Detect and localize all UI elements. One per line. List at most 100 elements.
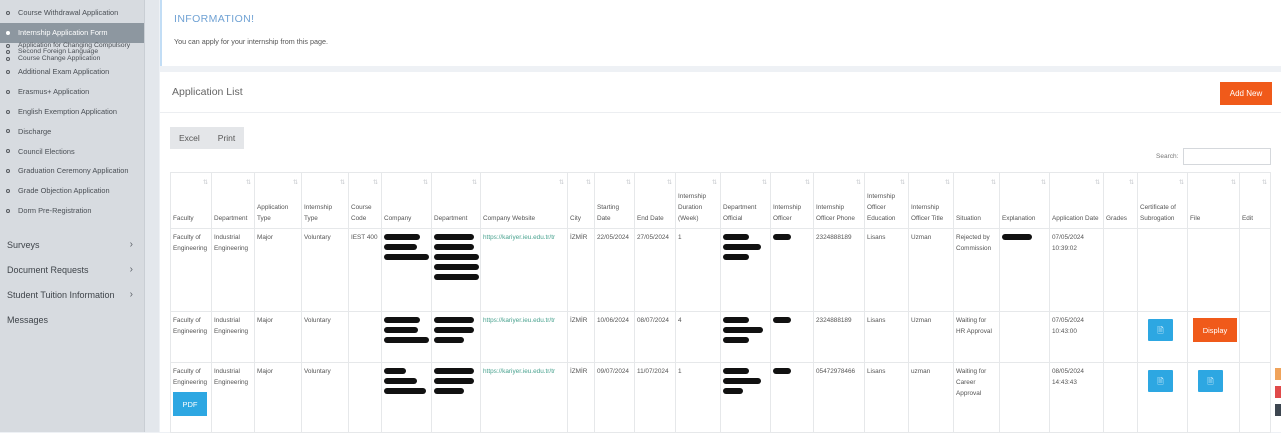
company-website-link[interactable]: https://kariyer.ieu.edu.tr/tr [483,317,555,324]
table-cell [1103,228,1138,312]
company-website-link[interactable]: https://kariyer.ieu.edu.tr/tr [483,234,555,241]
excel-button[interactable]: Excel [170,127,209,149]
column-header[interactable]: Internship Officer Title ⇅ [908,172,954,229]
column-header[interactable]: Internship Type ⇅ [301,172,349,229]
cell-value: 4 [678,317,682,324]
sort-icon: ⇅ [711,180,717,186]
sort-icon: ⇅ [422,180,428,186]
print-button[interactable]: Print [208,127,245,149]
delete-action-icon[interactable] [1275,386,1281,398]
table-cell: Uzman [908,311,954,363]
table-cell: Lisans [864,311,909,363]
sidebar-item[interactable]: Course Withdrawal Application [0,3,144,23]
table-cell [999,311,1050,363]
redaction-mark [434,254,479,260]
cell-value: Industrial Engineering [214,234,249,252]
sidebar-item[interactable]: Council Elections [0,141,144,161]
column-header[interactable]: Edit ⇅ [1239,172,1271,229]
column-header[interactable]: Internship Officer Phone ⇅ [813,172,865,229]
file-icon[interactable]: 🗎 [1198,370,1223,392]
table-cell: Industrial Engineering [211,362,255,433]
table-cell: 1 [675,228,721,312]
sort-icon: ⇅ [339,180,345,186]
column-header[interactable]: Company ⇅ [381,172,432,229]
column-header[interactable]: Course Code ⇅ [348,172,382,229]
chevron-right-icon: › [129,239,133,251]
table-cell [770,311,814,363]
add-new-button[interactable]: Add New [1220,82,1272,105]
sidebar-item[interactable]: Discharge [0,121,144,141]
cell-value: Lisans [867,368,886,375]
cell-value: Industrial Engineering [214,368,249,386]
cell-value: Lisans [867,317,886,324]
column-header-label: Company [384,215,412,222]
redaction-mark [434,317,474,323]
column-header-label: File [1190,215,1201,222]
column-header-label: Internship Duration (Week) [678,193,707,222]
sidebar-item[interactable]: Dorm Pre-Registration [0,201,144,221]
sidebar-menu-1[interactable]: Document Requests › [0,257,144,282]
column-header[interactable]: Explanation ⇅ [999,172,1050,229]
redaction-mark [434,274,479,280]
sidebar-menu-3[interactable]: Messages [0,307,144,332]
table-cell [999,228,1050,312]
column-header-label: Department [434,215,468,222]
sidebar-item[interactable]: English Exemption Application [0,102,144,122]
column-header-label: Internship Officer Title [911,204,944,222]
table-cell: 08/05/2024 14:43:43 [1049,362,1104,433]
column-header[interactable]: Situation ⇅ [953,172,1000,229]
cell-value: 05472978466 [816,368,856,375]
column-header[interactable]: Department ⇅ [211,172,255,229]
column-header[interactable]: Application Type ⇅ [254,172,302,229]
column-header[interactable]: Department ⇅ [431,172,481,229]
sidebar-item[interactable]: Grade Objection Application [0,181,144,201]
table-cell: 2324888189 [813,228,865,312]
sidebar: Course Withdrawal Application Internship … [0,0,145,432]
company-website-link[interactable]: https://kariyer.ieu.edu.tr/tr [483,368,555,375]
certificate-file-icon[interactable]: 🗎 [1148,370,1173,392]
cell-value: 10/06/2024 [597,317,629,324]
settings-action-icon[interactable] [1275,404,1281,416]
redaction-mark [723,244,761,250]
sidebar-menu-label: Messages [7,314,49,325]
search-input[interactable] [1183,148,1271,165]
column-header-label: Course Code [351,204,372,222]
table-cell: Lisans [864,362,909,433]
column-header[interactable]: Application Date ⇅ [1049,172,1104,229]
table-cell: Display [1187,311,1240,363]
certificate-file-icon[interactable]: 🗎 [1148,319,1173,341]
sidebar-item[interactable]: Internship Application Form [0,22,144,43]
application-table: Faculty ⇅ Department ⇅ Application Type ⇅ Inte… [170,172,1271,433]
column-header[interactable]: City ⇅ [567,172,595,229]
redaction-mark [384,378,417,384]
sidebar-menu-2[interactable]: Student Tuition Information › [0,282,144,307]
column-header[interactable]: Internship Officer Education ⇅ [864,172,909,229]
column-header[interactable]: Starting Date ⇅ [594,172,635,229]
column-header[interactable]: File ⇅ [1187,172,1240,229]
redaction-mark [384,327,418,333]
column-header[interactable]: Company Website ⇅ [480,172,568,229]
pdf-button[interactable]: PDF [173,392,207,416]
bullet-icon [6,56,10,61]
column-header[interactable]: Faculty ⇅ [170,172,212,229]
edit-action-icon[interactable] [1275,368,1281,380]
column-header-label: Internship Officer Phone [816,204,855,222]
table-cell [381,362,432,433]
column-header[interactable]: End Date ⇅ [634,172,676,229]
table-cell [1239,362,1271,433]
sidebar-item[interactable]: Erasmus+ Application [0,82,144,102]
sort-icon: ⇅ [1128,180,1134,186]
sidebar-menu-0[interactable]: Surveys › [0,232,144,257]
sidebar-item[interactable]: Additional Exam Application [0,62,144,82]
column-header[interactable]: Grades ⇅ [1103,172,1138,229]
table-cell [1239,311,1271,363]
column-header[interactable]: Certificate of Subrogation ⇅ [1137,172,1188,229]
sidebar-item[interactable]: Graduation Ceremony Application [0,161,144,181]
table-cell [770,362,814,433]
display-button[interactable]: Display [1193,318,1237,342]
column-header[interactable]: Internship Officer ⇅ [770,172,814,229]
info-panel: INFORMATION! You can apply for your inte… [160,0,1281,66]
column-header[interactable]: Internship Duration (Week) ⇅ [675,172,721,229]
column-header[interactable]: Department Official ⇅ [720,172,771,229]
redaction-mark [773,317,791,323]
